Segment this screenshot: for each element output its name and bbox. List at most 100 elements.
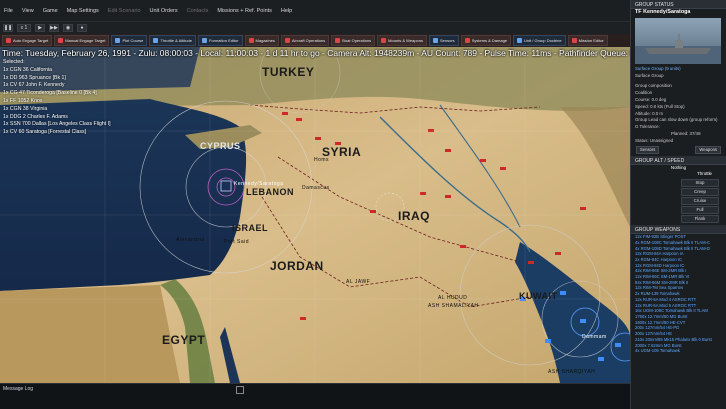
message-log-title: Message Log — [3, 386, 34, 392]
speed-indicator[interactable]: x 1 — [17, 24, 31, 32]
course-icon — [115, 38, 121, 43]
gear-icon — [464, 38, 470, 43]
menu-unit-orders[interactable]: Unit Orders — [150, 8, 178, 14]
selected-unit[interactable]: 1x CGN 38 Virginia — [3, 106, 111, 114]
magazines-button[interactable]: Magazines — [244, 35, 279, 46]
group-status-header[interactable]: GROUP STATUS — [631, 0, 726, 9]
crosshair-icon — [58, 38, 64, 43]
boat-icon — [335, 38, 341, 43]
map-label-alexandria: Alexandria — [176, 237, 205, 243]
weapons-list: 12x FIM-92B Stinger POST 4x RGM-109C Tom… — [631, 234, 726, 354]
throttle-creep-button[interactable]: Creep — [681, 188, 719, 197]
map-label-egypt: EGYPT — [162, 333, 206, 347]
map-label-port-said: Port Said — [224, 239, 250, 245]
menu-help[interactable]: Help — [281, 8, 292, 14]
coalition-label: Coalition — [635, 90, 653, 96]
menu-game[interactable]: Game — [43, 8, 58, 14]
sensors-button[interactable]: Sensors — [429, 35, 459, 46]
auto-engage-button[interactable]: Auto Engage Target — [2, 35, 53, 46]
selected-units-list: Selected: 1x CGN 36 California 1x DD 963… — [3, 59, 111, 137]
map-label-homs: Homs — [314, 157, 330, 163]
menu-missions[interactable]: Missions + Ref. Points — [217, 8, 272, 14]
group-marker-label[interactable]: Kennedy/Saratoga — [234, 181, 283, 187]
radar-icon — [433, 38, 438, 43]
course-readout: Course: 0.0 deg — [635, 96, 667, 102]
menu-map-settings[interactable]: Map Settings — [67, 8, 99, 14]
speed-readout: Speed: 0.0 kts (Full Stop) — [635, 103, 685, 109]
map-label-al-jawf: AL JAWF — [346, 279, 371, 285]
altitude-readout: Altitude: 0.0 m — [635, 110, 664, 116]
magazine-icon — [248, 38, 254, 43]
play-icon[interactable]: ▶ — [35, 24, 45, 32]
map-label-damascus: Damascus — [302, 185, 330, 191]
weapons-tab[interactable]: Weapons — [695, 145, 721, 154]
selected-header: Selected: — [3, 59, 25, 65]
boat-ops-button[interactable]: Boat Operations — [331, 35, 376, 46]
message-log[interactable]: Message Log — [0, 383, 630, 409]
pin-icon[interactable] — [236, 386, 244, 394]
alt-speed-header[interactable]: GROUP ALT / SPEED — [631, 155, 726, 165]
weapon-entry[interactable]: 210x 20mm/85 Mk15 Phalanx Blk 0 Burst — [631, 337, 726, 343]
systems-damage-button[interactable]: Systems & Damage — [460, 35, 512, 46]
menu-contacts[interactable]: Contacts — [187, 8, 209, 14]
doctrine-icon — [517, 38, 523, 43]
status-readout: Status: Unassigned — [635, 137, 674, 143]
mounts-weapons-button[interactable]: Mounts & Weapons — [377, 35, 427, 46]
throttle-icon — [153, 38, 159, 43]
group-composition[interactable]: Group composition — [631, 83, 726, 90]
formation-editor-button[interactable]: Formation Editor — [197, 35, 243, 46]
mission-editor-button[interactable]: Mission Editor — [567, 35, 608, 46]
aircraft-ops-button[interactable]: Aircraft Operations — [280, 35, 330, 46]
game-control-bar: ❚❚ x 1 ▶ ▶▶ ◉ ● — [0, 22, 630, 34]
step-icon[interactable]: ▶▶ — [49, 24, 59, 32]
throttle-label: Throttle — [697, 171, 712, 177]
aircraft-icon — [284, 38, 290, 43]
map-label-israel: ISRAEL — [232, 223, 269, 233]
throttle-cruise-button[interactable]: Cruise — [681, 197, 719, 206]
menu-edit-scenario[interactable]: Edit Scenario — [108, 8, 141, 14]
altitude-setting: Nothing — [670, 164, 687, 170]
selected-unit[interactable]: 1x CGN 36 California — [3, 67, 111, 75]
selected-unit[interactable]: 1x FF 1052 Knox — [3, 98, 111, 106]
group-weapons-header[interactable]: GROUP WEAPONS — [631, 225, 726, 235]
map-label-ash-shamaliyah: ASH SHAMALIYAH — [428, 303, 479, 309]
formation-icon — [201, 38, 207, 43]
selected-unit[interactable]: 1x CG 47 Ticonderoga [Baseline 0 [Bk 4] — [3, 90, 111, 98]
menu-bar: File View Game Map Settings Edit Scenari… — [0, 0, 726, 22]
throttle-flank-button[interactable]: Flank — [681, 215, 719, 224]
manual-engage-button[interactable]: Manual Engage Target — [54, 35, 110, 46]
target-icon — [6, 38, 11, 43]
selected-unit[interactable]: 1x SSN 700 Dallas [Los Angeles Class Fli… — [3, 121, 111, 129]
menu-view[interactable]: View — [22, 8, 34, 14]
map-label-jordan: JORDAN — [270, 259, 324, 273]
weapon-icon — [381, 38, 387, 43]
throttle-altitude-button[interactable]: Throttle & Altitude — [149, 35, 196, 46]
throttle-full-button[interactable]: Full — [681, 206, 719, 215]
record-icon[interactable]: ● — [77, 24, 87, 32]
map-label-lebanon: LEBANON — [246, 187, 294, 197]
camera-icon[interactable]: ◉ — [63, 24, 73, 32]
map-label-cyprus: CYPRUS — [200, 141, 241, 151]
g-tolerance: G Tolerance: — [635, 124, 660, 130]
group-type: Surface Group — [635, 72, 664, 78]
map-label-ash-sharqiyah: ASH SHARQIYAH — [548, 369, 596, 375]
map-label-al-hudud: AL HUDUD — [438, 295, 468, 301]
mission-icon — [571, 38, 577, 43]
map-label-dammam: Dammam — [582, 334, 607, 340]
throttle-stop-button[interactable]: Stop — [681, 179, 719, 188]
game-status-line: Time: Tuesday, February 26, 1991 - Zulu:… — [2, 48, 636, 58]
command-toolbar: Auto Engage Target Manual Engage Target … — [0, 34, 630, 47]
doctrine-button[interactable]: Unit / Group Doctrine — [513, 35, 566, 46]
group-link[interactable]: Surface Group (9 units) — [631, 66, 726, 73]
pause-icon[interactable]: ❚❚ — [3, 24, 13, 32]
weapon-entry[interactable]: 4x UGM-109 Tomahawk — [631, 348, 726, 354]
group-name: TF Kennedy/Saratoga — [635, 9, 691, 15]
plot-course-button[interactable]: Plot Course — [111, 35, 148, 46]
planned-readout: Planned: 37/48 — [671, 130, 701, 136]
map-label-iraq: IRAQ — [398, 209, 430, 223]
selected-unit[interactable]: 1x CV 60 Saratoga [Forrestal Class] — [3, 129, 111, 137]
menu-file[interactable]: File — [4, 8, 13, 14]
lead-slow-checkbox[interactable]: Group Lead can slow down (group reform) — [631, 117, 726, 124]
sensors-tab[interactable]: Sensors — [636, 145, 660, 154]
map-label-kuwait: KUWAIT — [519, 291, 558, 301]
